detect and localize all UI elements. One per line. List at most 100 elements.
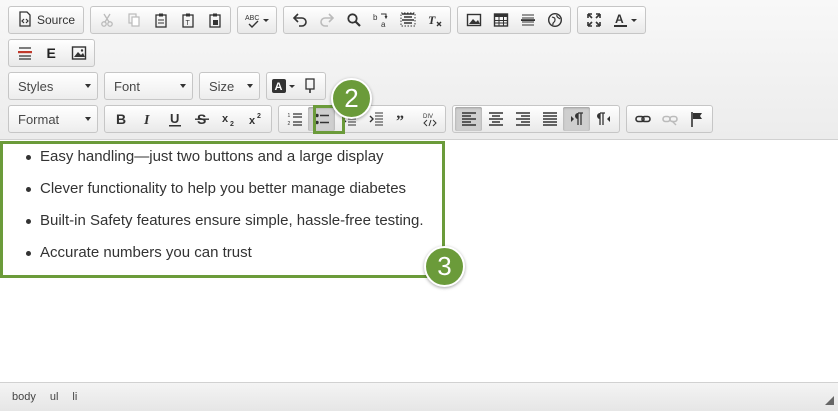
remove-format-icon: T	[428, 13, 442, 27]
align-right-button[interactable]	[509, 107, 536, 131]
toolbar-row-3: Styles Font Size A	[8, 72, 332, 100]
insert-group	[457, 6, 572, 34]
alignment-group	[452, 105, 620, 133]
underline-button[interactable]: U	[161, 107, 188, 131]
text-color-icon: A	[614, 12, 628, 27]
copy-formatting-button[interactable]	[297, 74, 323, 98]
table-button[interactable]	[487, 8, 514, 32]
subscript-button[interactable]: x2	[215, 107, 242, 131]
resize-handle-icon[interactable]	[825, 396, 834, 405]
paste-text-button[interactable]: T	[174, 8, 201, 32]
source-button[interactable]: Source	[11, 8, 81, 32]
strikethrough-icon: S	[194, 111, 209, 127]
step-badge-2: 2	[331, 78, 372, 119]
superscript-button[interactable]: x2	[242, 107, 269, 131]
e-button[interactable]: E	[38, 41, 65, 65]
edit-group: ba T	[283, 6, 452, 34]
toolbar-row-2: E	[8, 39, 101, 67]
chevron-down-icon	[289, 84, 296, 88]
paste-word-button[interactable]	[201, 8, 228, 32]
text-color-button[interactable]: A	[607, 8, 643, 32]
view-group: A	[577, 6, 647, 34]
subscript-icon: x2	[222, 113, 234, 127]
element-path-bar: body ul li	[0, 382, 838, 411]
paste-word-icon	[208, 13, 221, 28]
strikethrough-button[interactable]: S	[188, 107, 215, 131]
list-item[interactable]: Accurate numbers you can trust	[24, 237, 424, 269]
path-item-li[interactable]: li	[72, 391, 77, 403]
styles-label: Styles	[18, 78, 54, 94]
path-item-body[interactable]: body	[12, 391, 36, 403]
align-center-button[interactable]	[482, 107, 509, 131]
svg-text:2: 2	[287, 121, 290, 127]
replace-icon: ba	[373, 13, 387, 28]
ltr-button[interactable]	[563, 107, 590, 131]
horizontal-line-button[interactable]	[514, 8, 541, 32]
bulleted-list-button[interactable]	[308, 107, 335, 131]
numbered-list-button[interactable]: 12	[281, 107, 308, 131]
image-gallery-button[interactable]	[65, 41, 92, 65]
indent-icon	[369, 112, 383, 126]
paste-button[interactable]	[147, 8, 174, 32]
svg-text:b: b	[373, 13, 378, 22]
list-item[interactable]: Clever functionality to help you better …	[24, 173, 424, 205]
svg-text:T: T	[428, 13, 436, 27]
svg-text:1: 1	[287, 113, 290, 119]
svg-text:DIV: DIV	[423, 114, 433, 120]
size-dropdown[interactable]: Size	[199, 72, 260, 100]
clipboard-group: T	[90, 6, 232, 34]
toolbar-row-1: Source T ABC b a T A	[8, 6, 652, 34]
strike-style-button[interactable]	[11, 41, 38, 65]
background-color-icon: A	[272, 79, 287, 93]
unlink-button[interactable]	[656, 107, 683, 131]
styles-dropdown[interactable]: Styles	[8, 72, 98, 100]
chevron-down-icon	[85, 117, 91, 121]
select-all-icon	[400, 12, 416, 27]
rtl-button[interactable]	[590, 107, 617, 131]
path-item-ul[interactable]: ul	[50, 391, 59, 403]
list-item[interactable]: Built-in Safety features ensure simple, …	[24, 205, 424, 237]
font-dropdown[interactable]: Font	[104, 72, 193, 100]
links-group	[626, 105, 713, 133]
list-item[interactable]: Easy handling—just two buttons and a lar…	[24, 141, 424, 173]
anchor-button[interactable]	[683, 107, 710, 131]
flag-icon	[690, 112, 702, 127]
underline-icon: U	[168, 111, 181, 127]
iframe-button[interactable]	[541, 8, 568, 32]
svg-text:B: B	[116, 111, 126, 127]
italic-button[interactable]: I	[134, 107, 161, 131]
justify-icon	[542, 112, 557, 126]
svg-text:”: ”	[396, 113, 404, 127]
link-button[interactable]	[629, 107, 656, 131]
format-dropdown[interactable]: Format	[8, 105, 98, 133]
svg-text:x: x	[222, 113, 229, 125]
copy-button[interactable]	[120, 8, 147, 32]
svg-text:A: A	[615, 12, 624, 26]
redo-button[interactable]	[313, 8, 340, 32]
svg-text:E: E	[46, 45, 55, 61]
chevron-down-icon	[247, 84, 253, 88]
bold-button[interactable]: B	[107, 107, 134, 131]
clipboard-icon	[154, 13, 167, 28]
superscript-icon: x2	[249, 113, 261, 127]
justify-button[interactable]	[536, 107, 563, 131]
blockquote-button[interactable]: ”	[389, 107, 416, 131]
color-group: A	[266, 72, 326, 100]
editor-content-area[interactable]: Easy handling—just two buttons and a lar…	[0, 141, 838, 381]
undo-button[interactable]	[286, 8, 313, 32]
cut-button[interactable]	[93, 8, 120, 32]
align-left-button[interactable]	[455, 107, 482, 131]
replace-button[interactable]: ba	[367, 8, 394, 32]
remove-format-button[interactable]: T	[421, 8, 448, 32]
find-button[interactable]	[340, 8, 367, 32]
italic-icon: I	[143, 113, 150, 127]
image-icon	[71, 46, 86, 60]
spellcheck-icon: ABC	[245, 15, 259, 28]
background-color-button[interactable]: A	[269, 74, 297, 98]
create-div-button[interactable]: DIV	[416, 107, 443, 131]
maximize-button[interactable]	[580, 8, 607, 32]
image-button[interactable]	[460, 8, 487, 32]
select-all-button[interactable]	[394, 8, 421, 32]
spellcheck-button[interactable]: ABC	[240, 8, 274, 32]
chevron-down-icon	[85, 84, 91, 88]
